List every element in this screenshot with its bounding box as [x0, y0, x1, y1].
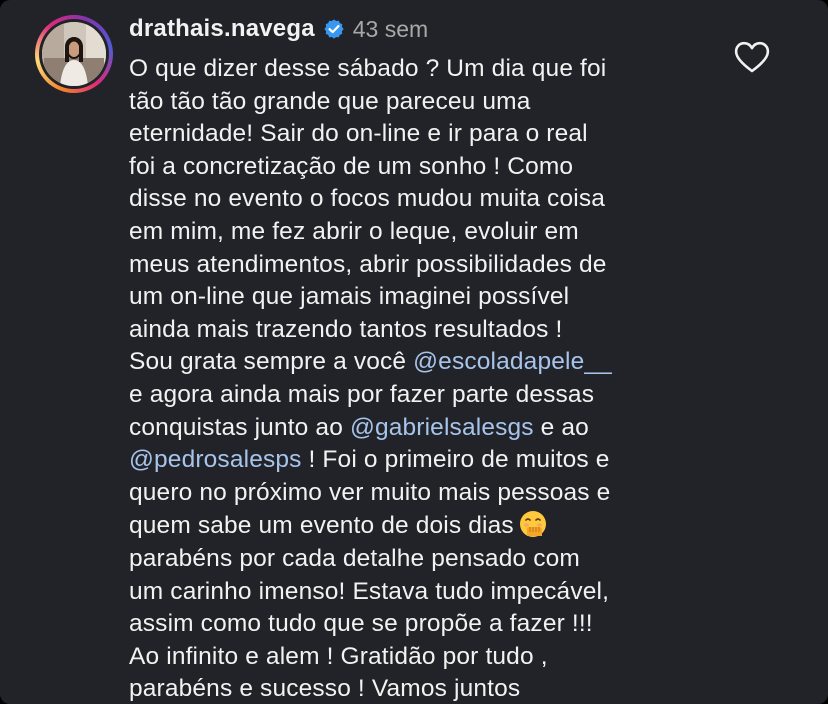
comment-line: um carinho imenso! Estava tudo impecável… [129, 576, 749, 609]
comment-text-segment: e agora ainda mais por fazer parte dessa… [129, 380, 595, 408]
comment-line: tão tão tão grande que pareceu uma [129, 86, 749, 119]
comment-line: em mim, me fez abrir o leque, evoluir em [129, 216, 749, 249]
comment-text-segment: ainda mais trazendo tantos resultados ! [129, 315, 563, 343]
mention-link[interactable]: @escoladapele__ [413, 348, 612, 375]
comment-line: ainda mais trazendo tantos resultados ! [129, 314, 749, 347]
username[interactable]: drathais.navega [129, 15, 315, 43]
comment-text-segment: conquistas junto ao [129, 413, 350, 441]
comment-text-segment: O que dizer desse sábado ? Um dia que fo… [129, 55, 607, 82]
comment-text-segment: em mim, me fez abrir o leque, evoluir em [129, 217, 579, 245]
comment-text-segment: disse no evento o focos mudou muita cois… [129, 185, 606, 213]
comment-text-segment: meus atendimentos, abrir possibilidades … [129, 250, 607, 278]
comment-header: drathais.navega 43 sem [129, 12, 428, 46]
comment-line: Sou grata sempre a você @escoladapele__ [129, 346, 749, 379]
comment-text-segment: ! Foi o primeiro de muitos e [301, 446, 610, 474]
comment-line: assim como tudo que se propõe a fazer !!… [129, 608, 749, 641]
avatar-photo [42, 22, 106, 86]
comment-text-segment: Ao infinito e alem ! Gratidão por tudo , [129, 642, 548, 670]
comment-text-segment: um carinho imenso! Estava tudo impecável… [129, 577, 610, 605]
verified-badge-icon [323, 18, 345, 40]
comment-line: parabéns e sucesso ! Vamos juntos [129, 673, 749, 704]
comment-line: parabéns por cada detalhe pensado com [129, 543, 749, 576]
comment-line: disse no evento o focos mudou muita cois… [129, 183, 749, 216]
comment-text-segment: foi a concretização de um sonho ! Como [129, 152, 574, 180]
comment-line: @pedrosalesps ! Foi o primeiro de muitos… [129, 444, 749, 477]
mention-link[interactable]: @gabrielsalesgs [350, 414, 534, 441]
comment-line: foi a concretização de um sonho ! Como [129, 151, 749, 184]
face-with-hand-over-mouth-emoji [518, 509, 548, 539]
comment-line: quero no próximo ver muito mais pessoas … [129, 477, 749, 510]
comment-line: Ao infinito e alem ! Gratidão por tudo , [129, 641, 749, 674]
comment-text-segment: Sou grata sempre a você [129, 348, 414, 376]
comment-line: eternidade! Sair do on-line e ir para o … [129, 118, 749, 151]
comment-text-segment: e ao [533, 413, 589, 441]
comment-text-segment: quem sabe um evento de dois dias [129, 512, 514, 540]
comment-text: O que dizer desse sábado ? Um dia que fo… [129, 53, 749, 704]
avatar[interactable] [42, 22, 106, 86]
avatar-gap [39, 19, 109, 89]
comment-text-segment: um on-line que jamais imaginei possível [129, 283, 570, 311]
comment-text-segment: parabéns por cada detalhe pensado com [129, 544, 580, 572]
comment-line: conquistas junto ao @gabrielsalesgs e ao [129, 412, 749, 445]
comment-timestamp: 43 sem [352, 15, 429, 42]
comment-text-segment: quero no próximo ver muito mais pessoas … [129, 478, 611, 506]
comment-line: e agora ainda mais por fazer parte dessa… [129, 379, 749, 412]
comment-line: quem sabe um evento de dois dias [129, 509, 749, 543]
comment-card: drathais.navega 43 sem O que dizer desse… [0, 0, 828, 704]
comment-text-segment: tão tão tão grande que pareceu uma [129, 87, 531, 115]
mention-link[interactable]: @pedrosalesps [129, 446, 302, 473]
comment-line: meus atendimentos, abrir possibilidades … [129, 249, 749, 282]
comment-text-segment: parabéns e sucesso ! Vamos juntos [129, 675, 521, 703]
comment-line: O que dizer desse sábado ? Um dia que fo… [129, 53, 749, 86]
comment-text-segment: eternidade! Sair do on-line e ir para o … [129, 120, 588, 148]
comment-line: um on-line que jamais imaginei possível [129, 281, 749, 314]
comment-text-segment: assim como tudo que se propõe a fazer !!… [129, 610, 593, 638]
story-ring[interactable] [35, 15, 113, 93]
